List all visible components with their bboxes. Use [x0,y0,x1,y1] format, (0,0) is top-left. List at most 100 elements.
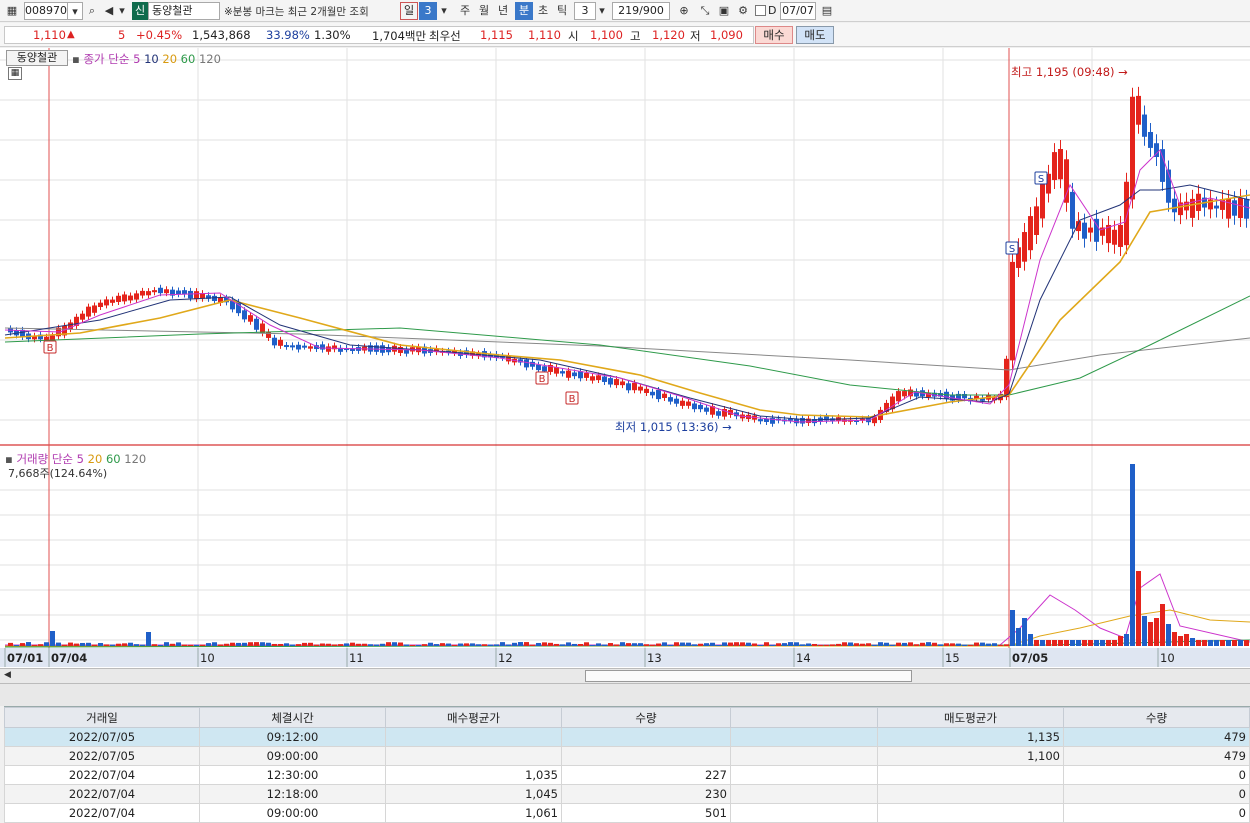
search-icon[interactable]: ⌕ [84,2,100,20]
buy-button[interactable]: 매수 [755,26,793,44]
volume-bar [236,642,241,646]
date-input[interactable]: 07/07 [780,2,816,20]
period-dropdown-icon[interactable]: ▾ [437,2,451,20]
scroll-left-icon[interactable]: ◀ [4,670,11,680]
candle-body [164,289,169,294]
candle-body [590,376,595,381]
stock-code-input[interactable]: 008970 [24,2,68,20]
credit-badge: 신 [132,2,148,20]
volume-bar [680,642,685,646]
period-day[interactable]: 일 [400,2,418,20]
period-minute[interactable]: 분 [515,2,533,20]
table-cell: 2022/07/04 [4,784,200,804]
legend-ma60: 60 [180,52,196,66]
volume-bar [8,642,13,646]
chart-area[interactable]: B B B S S 07/01 07/04 10 11 12 13 14 15 07/05 10 동양철관… [0,48,1250,668]
candle-body [716,411,721,416]
volume-bar [110,644,115,646]
volume-bar [1064,640,1069,646]
table-row[interactable]: 2022/07/04 12:30:00 1,035 227 0 [4,765,1250,785]
table-row[interactable]: 2022/07/05 09:00:00 1,100 479 [4,746,1250,766]
volume-bar [914,644,919,646]
volume-bar [626,643,631,646]
period-second[interactable]: 초 [534,2,552,20]
period-year[interactable]: 년 [494,2,512,20]
table-view-icon[interactable]: ▦ [8,67,22,80]
speaker-icon[interactable]: ◀ [101,2,117,20]
volume-bar [164,642,169,646]
volume-bar [254,642,259,646]
candle-body [1052,152,1057,181]
table-cell [385,727,562,747]
volume-bar [800,644,805,646]
candle-body [1160,149,1165,182]
candle-body [704,407,709,412]
gear-icon[interactable]: ⚙ [735,2,751,20]
sell-button[interactable]: 매도 [796,26,834,44]
period-month[interactable]: 월 [475,2,493,20]
volume-bar [134,644,139,646]
indicator-icon[interactable]: ⤡ [697,2,713,20]
volume-bar [230,642,235,646]
code-dropdown-icon[interactable]: ▾ [67,2,83,20]
chart-scrollbar[interactable]: ◀ [0,668,1250,684]
candle-body [242,310,247,320]
candle-body [620,381,625,386]
table-cell [730,784,878,804]
interval-dropdown-icon[interactable]: ▾ [596,2,608,20]
volume-bar [1010,610,1015,646]
volume: 1,543,868 [192,28,251,42]
volume-bar [866,643,871,646]
volume-bar [80,642,85,646]
candle-settings-icon[interactable]: ⊕ [676,2,692,20]
volume-bar [416,644,421,646]
calendar-icon[interactable]: ▤ [819,2,835,20]
candle-body [1088,227,1093,233]
volume-bar [1070,640,1075,646]
save-icon[interactable]: ▣ [716,2,732,20]
d-checkbox[interactable] [755,5,766,16]
volume-bar [188,644,193,646]
candle-body [1082,222,1087,239]
volume-bar [362,643,367,646]
volume-bar [68,642,73,646]
scroll-thumb[interactable] [585,670,912,682]
volume-bar [986,643,991,646]
period-tick[interactable]: 틱 [553,2,571,20]
low-label: 저 [690,29,701,43]
table-cell [877,765,1064,785]
volume-bar [1094,640,1099,646]
table-cell: 227 [561,765,731,785]
trade-marker-label: B [539,374,546,385]
period-day-count[interactable]: 3 [419,2,437,20]
table-cell [385,746,562,766]
volume-bar [878,642,883,646]
trade-marker-label: B [47,343,54,354]
volume-bar [1190,638,1195,646]
volume-bar [770,644,775,646]
table-row[interactable]: 2022/07/04 12:18:00 1,045 230 0 [4,784,1250,804]
volume-bar [998,644,1003,646]
speaker-dropdown-icon[interactable]: ▾ [116,2,128,20]
volume-bar [140,644,145,646]
volume-bar [338,644,343,646]
candle-body [698,404,703,410]
candle-body [596,375,601,381]
volume-bar [194,644,199,646]
volume-bar [548,642,553,646]
volume-bar [218,644,223,646]
volume-bar [278,643,283,646]
table-row[interactable]: 2022/07/05 09:12:00 1,135 479 [4,727,1250,747]
table-cell: 09:00:00 [199,746,386,766]
candle-body [1010,261,1015,361]
stock-tag[interactable]: 동양철관 [6,50,68,66]
period-week[interactable]: 주 [456,2,474,20]
interval-input[interactable]: 3 [574,2,596,20]
volume-bar [536,642,541,646]
candle-body [644,388,649,393]
volume-bar [686,642,691,646]
layout-icon[interactable]: ▦ [4,2,20,20]
table-row[interactable]: 2022/07/04 09:00:00 1,061 501 0 [4,803,1250,823]
candle-body [902,391,907,397]
candle-body [1142,114,1147,137]
